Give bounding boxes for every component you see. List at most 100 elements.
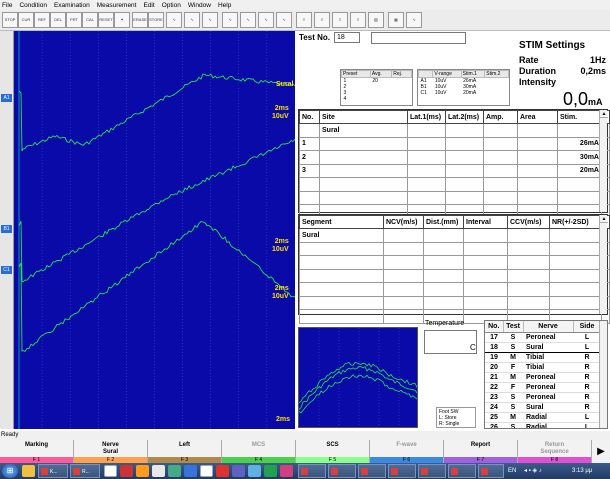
table-cell[interactable] (483, 190, 518, 205)
table-cell[interactable]: C1 (419, 90, 433, 96)
table-cell[interactable]: M (503, 412, 523, 423)
table-cell[interactable] (463, 268, 508, 283)
list-3-icon[interactable]: ≡ (332, 12, 348, 28)
table-cell[interactable]: 3 (299, 163, 320, 178)
table-cell[interactable] (383, 282, 424, 297)
fkey-7-button[interactable]: Report F 7 (444, 440, 518, 463)
table-cell[interactable] (517, 150, 558, 165)
table-row[interactable] (299, 268, 610, 283)
table-cell[interactable]: R (573, 392, 601, 403)
waveform-1-icon[interactable]: ∿ (166, 12, 182, 28)
table-cell[interactable] (319, 150, 408, 165)
taskbar-task-9[interactable] (478, 464, 504, 478)
reset-icon[interactable]: RESET (98, 12, 114, 28)
app-green-icon[interactable] (168, 465, 181, 477)
fkey-2-button[interactable]: Nerve Sural F 2 (74, 440, 148, 463)
menu-examination[interactable]: Examination (54, 2, 90, 9)
table-cell[interactable] (463, 255, 508, 270)
explorer-icon[interactable] (22, 465, 35, 477)
preset-table[interactable]: Preset Avg. Rej. 1 20 2 3 4 (340, 69, 413, 106)
table-cell[interactable]: Sural (299, 228, 384, 243)
table-cell[interactable]: 24 (485, 402, 503, 413)
app-purple-icon[interactable] (232, 465, 245, 477)
table-cell[interactable] (483, 150, 518, 165)
menu-window[interactable]: Window (188, 2, 211, 9)
table-cell[interactable] (507, 295, 550, 310)
table-cell[interactable] (483, 123, 518, 138)
table-row[interactable]: 4 (342, 96, 412, 102)
table-row[interactable]: 19 M Tibial R (485, 352, 601, 363)
table-cell[interactable]: 23 (485, 392, 503, 403)
table-cell[interactable] (485, 90, 509, 96)
table-cell[interactable]: 26 (485, 422, 503, 428)
site-table[interactable]: No. Site Lat.1(ms) Lat.2(ms) Amp. Area Stim. Su… (298, 109, 610, 219)
table-cell[interactable]: 17 (485, 332, 503, 343)
app-red-2-icon[interactable] (216, 465, 229, 477)
table-cell[interactable]: Sural (523, 341, 573, 353)
test-name-input[interactable] (371, 32, 466, 44)
cursor-icon[interactable]: CUR (18, 12, 34, 28)
scroll-up-icon[interactable]: ▲ (600, 215, 608, 223)
table-cell[interactable] (299, 295, 384, 310)
table-cell[interactable] (549, 282, 602, 297)
table-cell[interactable] (445, 163, 484, 178)
table-cell[interactable]: L (573, 422, 601, 428)
hatch-icon[interactable]: ▨ (368, 12, 384, 28)
table-row[interactable]: 17 S Peroneal L (485, 332, 601, 343)
table-cell[interactable] (423, 228, 464, 243)
table-cell[interactable] (299, 123, 320, 138)
taskbar-task-4[interactable] (328, 464, 356, 478)
table-cell[interactable] (423, 295, 464, 310)
table-cell[interactable]: S (503, 422, 523, 428)
channel-label-c1[interactable]: C1 (1, 266, 12, 274)
table-cell[interactable] (445, 136, 484, 151)
table-cell[interactable] (319, 190, 408, 205)
app-blue-icon[interactable] (184, 465, 197, 477)
erase-icon[interactable]: ERASE (132, 12, 148, 28)
channel-label-a1[interactable]: A1 (1, 94, 12, 102)
list-4-icon[interactable]: ≡ (350, 12, 366, 28)
table-cell[interactable] (407, 150, 446, 165)
table-cell[interactable]: 19 (485, 352, 503, 363)
table-row[interactable]: 25 M Radial L (485, 412, 601, 423)
menu-file[interactable]: File (2, 2, 12, 9)
segment-table-scrollbar[interactable]: ▲ (599, 215, 608, 314)
table-cell[interactable]: 4 (342, 96, 371, 102)
table-cell[interactable] (423, 241, 464, 256)
taskbar-task-1[interactable]: K... (38, 464, 68, 478)
table-cell[interactable] (557, 123, 602, 138)
table-cell[interactable] (407, 163, 446, 178)
table-cell[interactable]: 20mA (557, 163, 602, 178)
table-row[interactable]: 24 S Sural R (485, 402, 601, 413)
table-cell[interactable] (383, 295, 424, 310)
start-button[interactable]: ⊞ (2, 464, 18, 478)
table-cell[interactable] (463, 228, 508, 243)
table-cell[interactable] (463, 241, 508, 256)
table-row[interactable]: Sural (299, 228, 610, 243)
app-window-2-icon[interactable] (200, 465, 213, 477)
fkey-5-button[interactable]: SCS F 5 (296, 440, 370, 463)
store-icon[interactable]: STORE (148, 12, 164, 28)
signal-icon[interactable]: ∿ (406, 12, 422, 28)
stim-intensity-value[interactable]: 0,0mA (563, 89, 603, 110)
table-cell[interactable]: Radial (523, 412, 573, 423)
table-cell[interactable]: 18 (485, 341, 503, 353)
table-cell[interactable]: Peroneal (523, 382, 573, 393)
table-cell[interactable] (407, 177, 446, 192)
waveform-4-icon[interactable]: ∿ (222, 12, 238, 28)
app-red-icon[interactable] (120, 465, 133, 477)
table-cell[interactable] (483, 177, 518, 192)
table-cell[interactable] (557, 177, 602, 192)
table-cell[interactable] (483, 163, 518, 178)
table-cell[interactable] (299, 190, 320, 205)
table-cell[interactable] (407, 123, 446, 138)
table-row[interactable] (299, 295, 610, 310)
table-cell[interactable] (557, 190, 602, 205)
app-orange-icon[interactable] (136, 465, 149, 477)
stim-rate-value[interactable]: 1Hz (590, 55, 606, 65)
channel-label-b1[interactable]: B1 (1, 225, 12, 233)
language-indicator[interactable]: EN (508, 463, 516, 479)
table-row[interactable]: Sural (299, 123, 610, 138)
tray-icons[interactable]: ◂ ▪ ◈ ♪ (524, 463, 542, 479)
test-list[interactable]: No. Test Nerve Side 17 S Peroneal L 18 S Sural L 19 M… (484, 320, 608, 429)
